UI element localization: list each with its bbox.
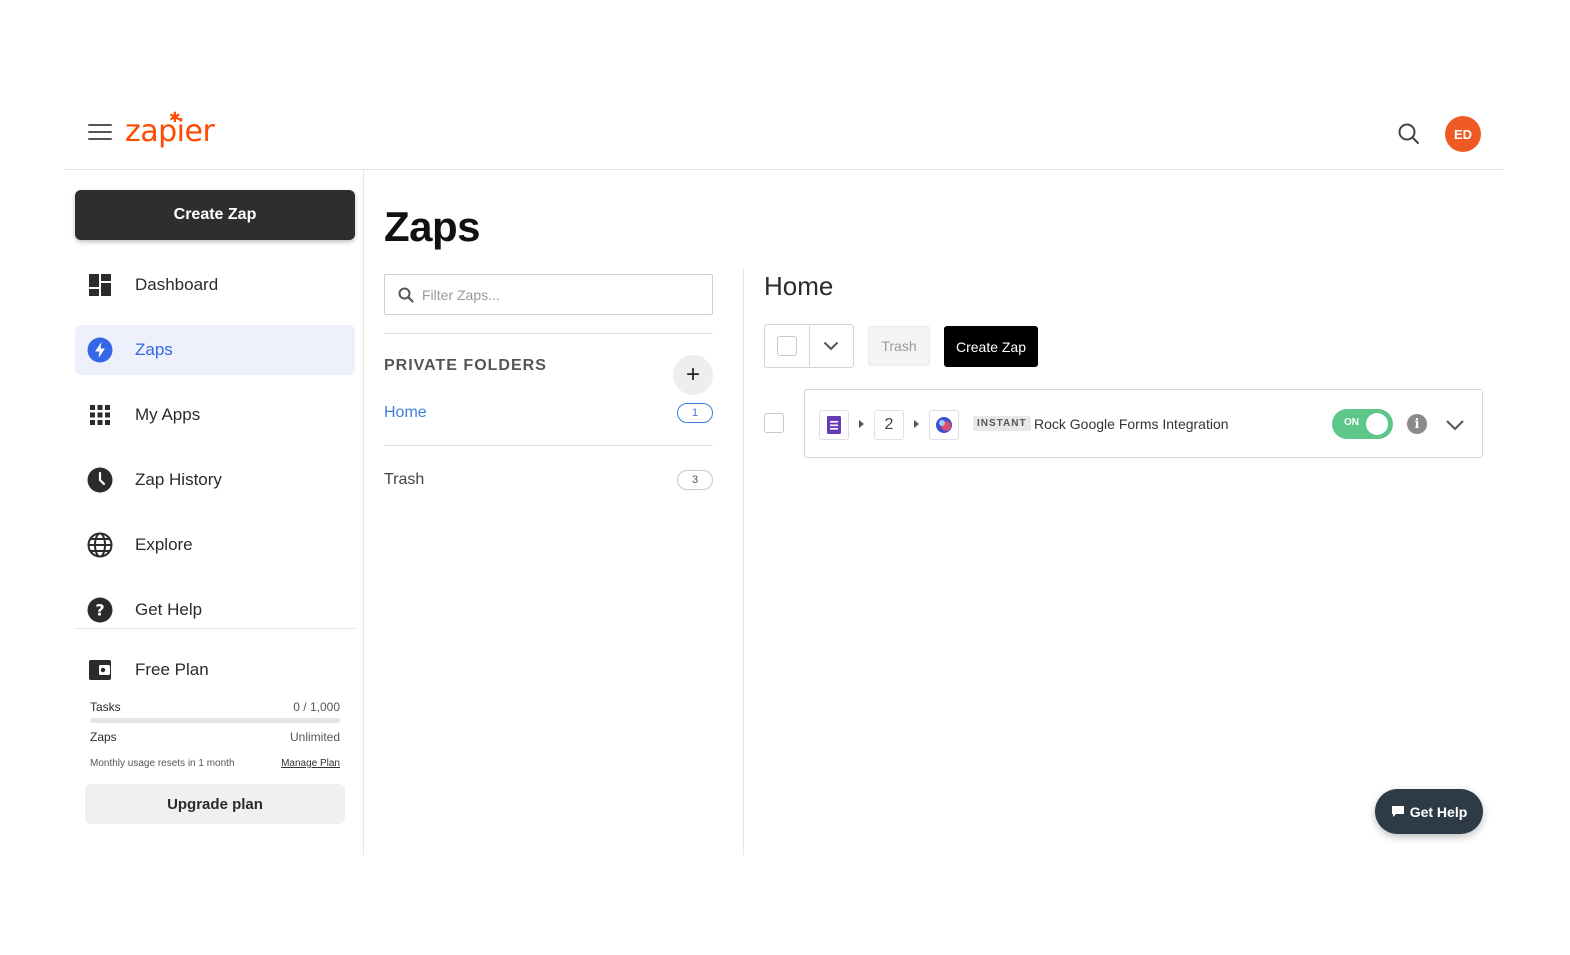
google-forms-app-icon — [819, 410, 849, 440]
help-icon: ? — [87, 597, 113, 623]
folders-divider — [384, 333, 713, 334]
sidebar-item-label: Dashboard — [135, 275, 219, 294]
dashboard-icon — [87, 272, 113, 298]
steps-count-box: 2 — [874, 410, 904, 440]
get-help-label: Get Help — [1409, 803, 1468, 820]
chat-icon — [1391, 806, 1404, 817]
sidebar-item-label: Explore — [135, 535, 193, 554]
sidebar-item-zaps[interactable]: Zaps — [75, 325, 355, 375]
tasks-usage: Tasks 0 / 1,000 — [90, 700, 340, 714]
sidebar-item-label: Get Help — [135, 600, 203, 619]
folder-item-trash[interactable]: Trash 3 — [384, 467, 713, 493]
instant-badge: INSTANT — [973, 416, 1031, 431]
clock-icon — [87, 467, 113, 493]
sidebar-item-label: Zap History — [135, 470, 222, 489]
upgrade-plan-button[interactable]: Upgrade plan — [85, 784, 345, 824]
get-help-button[interactable]: Get Help — [1375, 789, 1483, 834]
folder-count-badge: 1 — [677, 403, 713, 423]
sidebar: Create Zap Dashboard Zaps My Apps Zap Hi… — [65, 170, 364, 855]
plan-name: Free Plan — [135, 660, 209, 679]
folder-count-badge: 3 — [677, 470, 713, 490]
rock-app-icon — [929, 410, 959, 440]
private-folders-heading: PRIVATE FOLDERS — [384, 357, 547, 374]
step-arrow-icon — [914, 420, 919, 428]
usage-reset-row: Monthly usage resets in 1 month Manage P… — [90, 758, 340, 769]
sidebar-item-label: Zaps — [135, 340, 173, 359]
zaps-value: Unlimited — [289, 730, 340, 744]
info-icon[interactable]: i — [1407, 414, 1427, 434]
zap-row[interactable]: 2 INSTANT Rock Google Forms Integration … — [804, 389, 1483, 458]
folder-name: Trash — [384, 471, 425, 488]
plan-header: Free Plan — [75, 650, 355, 690]
zap-name[interactable]: Rock Google Forms Integration — [1034, 416, 1229, 432]
zap-on-toggle[interactable]: ON — [1332, 409, 1393, 439]
folder-item-home[interactable]: Home 1 — [384, 400, 713, 426]
tasks-value: 0 / 1,000 — [293, 700, 340, 714]
zaps-label: Zaps — [90, 730, 117, 744]
add-folder-button[interactable]: + — [673, 355, 713, 395]
filter-zaps-input[interactable] — [422, 286, 702, 303]
select-all-checkbox[interactable] — [765, 325, 810, 367]
filter-zaps-field[interactable] — [384, 274, 713, 315]
top-bar: zapier ✱ ED — [65, 100, 1503, 170]
globe-icon — [87, 532, 113, 558]
toggle-label: ON — [1344, 417, 1359, 428]
trash-button[interactable]: Trash — [868, 326, 930, 366]
plus-icon: + — [685, 361, 700, 388]
bolt-icon — [87, 337, 113, 363]
zaps-usage: Zaps Unlimited — [90, 730, 340, 744]
tasks-label: Tasks — [90, 700, 121, 714]
sidebar-divider — [75, 628, 355, 629]
chevron-down-icon[interactable] — [810, 325, 854, 367]
user-avatar[interactable]: ED — [1445, 116, 1481, 152]
create-zap-button[interactable]: Create Zap — [75, 190, 355, 240]
tasks-progress-bar — [90, 718, 340, 723]
folders-divider — [384, 445, 713, 446]
brand-star-icon: ✱ — [169, 109, 181, 125]
search-icon — [398, 287, 414, 303]
sidebar-item-my-apps[interactable]: My Apps — [75, 390, 355, 440]
search-icon[interactable] — [1397, 122, 1421, 146]
create-zap-button-main[interactable]: Create Zap — [944, 326, 1038, 367]
sidebar-item-zap-history[interactable]: Zap History — [75, 455, 355, 505]
chevron-down-icon[interactable] — [1445, 415, 1465, 435]
apps-grid-icon — [87, 402, 113, 428]
sidebar-item-dashboard[interactable]: Dashboard — [75, 260, 355, 310]
column-divider — [743, 268, 744, 855]
sidebar-item-label: My Apps — [135, 405, 201, 424]
zap-row-checkbox[interactable] — [764, 413, 784, 433]
folder-title: Home — [764, 271, 834, 301]
sidebar-item-explore[interactable]: Explore — [75, 520, 355, 570]
menu-icon[interactable] — [88, 124, 112, 142]
manage-plan-link[interactable]: Manage Plan — [281, 758, 340, 769]
step-arrow-icon — [859, 420, 864, 428]
svg-text:?: ? — [95, 601, 104, 620]
bulk-select-control — [764, 324, 854, 368]
reset-text: Monthly usage resets in 1 month — [90, 758, 235, 769]
toggle-knob — [1366, 413, 1388, 435]
steps-count: 2 — [884, 416, 894, 433]
wallet-icon — [87, 657, 113, 683]
folder-name: Home — [384, 404, 427, 421]
page-title: Zaps — [384, 203, 481, 250]
